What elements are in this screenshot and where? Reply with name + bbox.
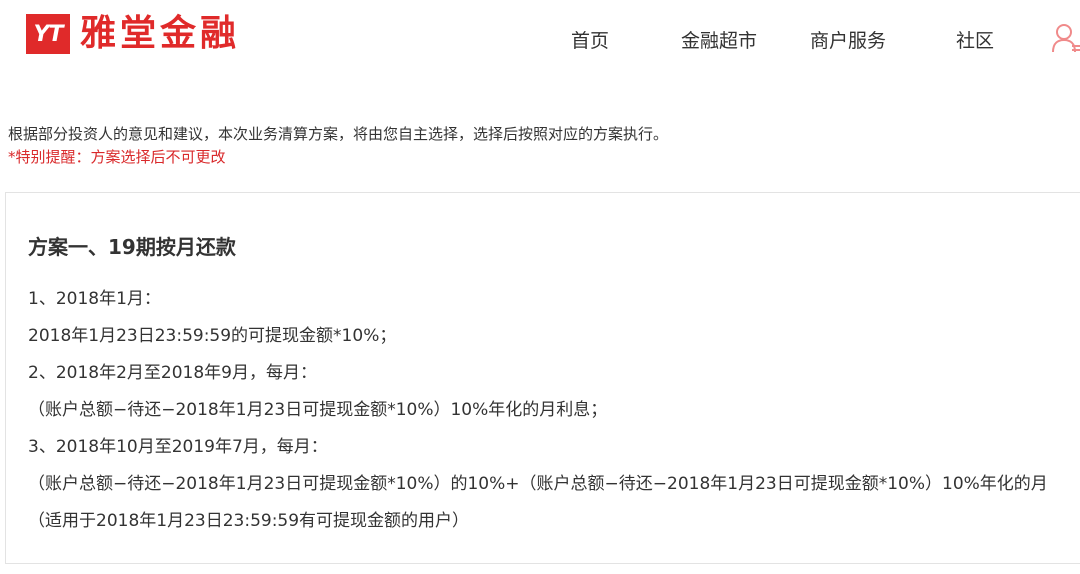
nav-community[interactable]: 社区 bbox=[956, 26, 994, 53]
nav-financial-market[interactable]: 金融超市 bbox=[681, 26, 757, 53]
plan-line: 1、2018年1月： bbox=[28, 289, 161, 309]
nav-home[interactable]: 首页 bbox=[571, 26, 609, 53]
page: YT 雅堂金融 首页 金融超市 商户服务 社区 根据部分投资人的意见和建议，本次… bbox=[0, 0, 1080, 574]
plan-line: （适用于2018年1月23日23:59:59有可提现金额的用户） bbox=[28, 511, 470, 531]
notice-text: 根据部分投资人的意见和建议，本次业务清算方案，将由您自主选择，选择后按照对应的方… bbox=[8, 125, 669, 143]
logo-text: 雅堂金融 bbox=[80, 13, 241, 54]
plan-line: （账户总额−待还−2018年1月23日可提现金额*10%）10%年化的月利息； bbox=[28, 400, 608, 420]
plan-line: 2、2018年2月至2018年9月，每月： bbox=[28, 363, 317, 383]
user-icon[interactable] bbox=[1052, 22, 1080, 54]
logo[interactable]: YT 雅堂金融 bbox=[26, 14, 240, 54]
nav-merchant-services[interactable]: 商户服务 bbox=[810, 26, 886, 53]
plan-line: 2018年1月23日23:59:59的可提现金额*10%； bbox=[28, 326, 397, 346]
notice: 根据部分投资人的意见和建议，本次业务清算方案，将由您自主选择，选择后按照对应的方… bbox=[8, 124, 1068, 167]
plan-card: 方案一、19期按月还款 1、2018年1月： 2018年1月23日23:59:5… bbox=[5, 192, 1080, 564]
plan-title: 方案一、19期按月还款 bbox=[28, 235, 236, 259]
plan-line: （账户总额−待还−2018年1月23日可提现金额*10%）的10%+（账户总额−… bbox=[28, 474, 1048, 494]
plan-lines: 1、2018年1月： 2018年1月23日23:59:59的可提现金额*10%；… bbox=[28, 281, 1048, 540]
notice-warning: *特别提醒：方案选择后不可更改 bbox=[8, 148, 226, 166]
logo-mark: YT bbox=[26, 14, 70, 54]
site-header: YT 雅堂金融 首页 金融超市 商户服务 社区 bbox=[0, 0, 1080, 80]
plan-line: 3、2018年10月至2019年7月，每月： bbox=[28, 437, 328, 457]
